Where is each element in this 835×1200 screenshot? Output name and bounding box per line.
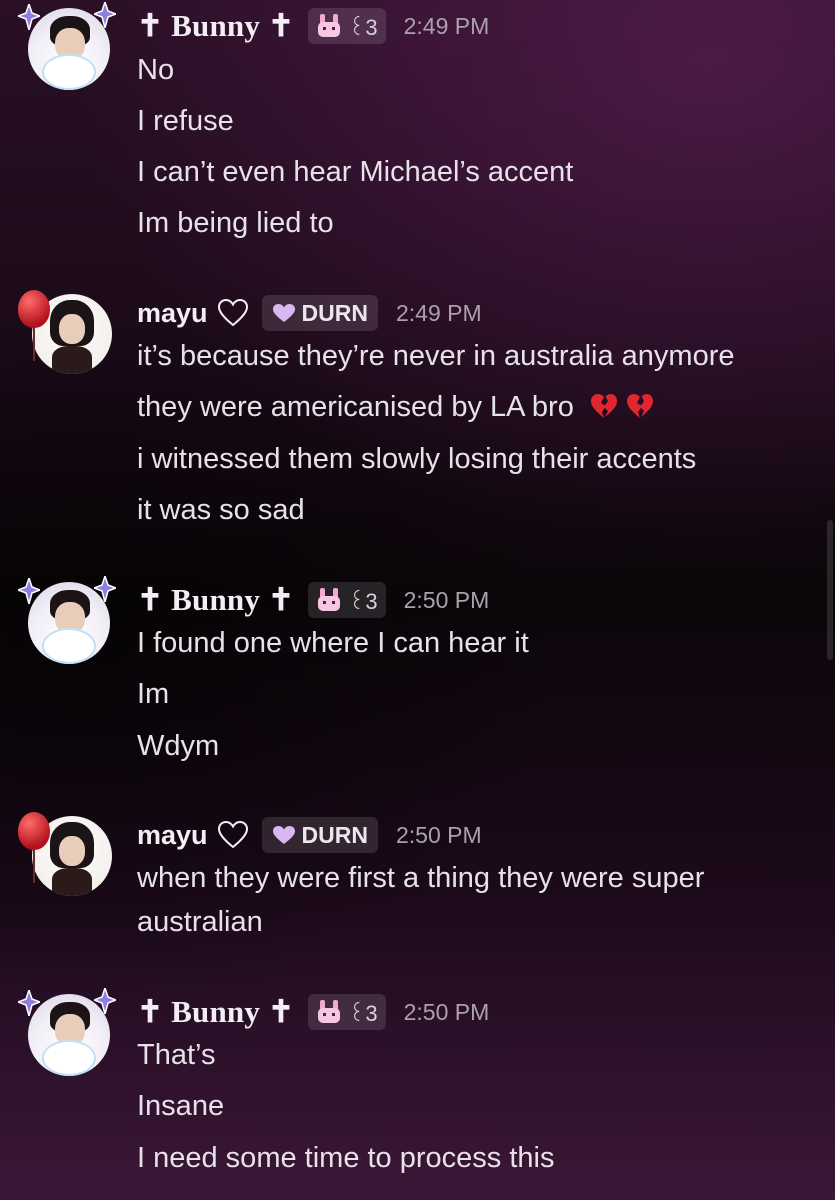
timestamp: 2:50 PM — [396, 821, 482, 848]
tag-label: DURN — [301, 299, 368, 326]
tag-label: ꒰3 — [348, 1000, 378, 1026]
avatar[interactable] — [18, 2, 116, 94]
message-text[interactable]: Wdym — [137, 730, 219, 763]
sparkle-icon — [94, 2, 116, 28]
broken-heart-icon — [590, 394, 617, 418]
avatar[interactable] — [18, 576, 116, 668]
heart-icon — [272, 304, 295, 322]
bunny-icon — [318, 588, 341, 611]
message-text[interactable]: I need some time to process this — [137, 1142, 554, 1175]
message-header: ✝ Bunny ✝ ꒰3 2:49 PM — [137, 6, 489, 46]
author-name[interactable]: mayu — [137, 820, 208, 851]
balloon-string — [33, 327, 35, 361]
sparkle-icon — [18, 990, 40, 1016]
avatar[interactable] — [18, 290, 112, 382]
timestamp: 2:49 PM — [396, 299, 482, 326]
author-name[interactable]: ✝ Bunny ✝ — [137, 8, 294, 44]
sparkle-icon — [18, 4, 40, 30]
server-tag[interactable]: ꒰3 — [308, 582, 386, 618]
heart-icon — [272, 826, 295, 844]
server-tag[interactable]: ꒰3 — [308, 994, 386, 1030]
author-name[interactable]: ✝ Bunny ✝ — [137, 582, 294, 618]
server-tag[interactable]: DURN — [261, 295, 378, 331]
bunny-icon — [318, 1000, 341, 1023]
balloon-icon — [18, 812, 50, 850]
timestamp: 2:50 PM — [403, 586, 490, 613]
message-text[interactable]: Im being lied to — [137, 207, 334, 240]
sparkle-icon — [94, 576, 116, 602]
avatar[interactable] — [18, 988, 116, 1080]
author-name[interactable]: ✝ Bunny ✝ — [137, 994, 294, 1030]
message-text[interactable]: when they were first a thing they were s… — [137, 862, 704, 895]
heart-outline-icon — [217, 821, 248, 849]
sparkle-icon — [18, 578, 40, 604]
message-header: mayu DURN 2:49 PM — [137, 293, 482, 333]
bunny-icon — [318, 14, 341, 37]
scrollbar[interactable] — [827, 520, 833, 660]
message-text[interactable]: australian — [137, 906, 263, 939]
timestamp: 2:49 PM — [403, 12, 490, 39]
message-text[interactable]: I found one where I can hear it — [137, 627, 529, 660]
message-text[interactable]: it’s because they’re never in australia … — [137, 340, 735, 373]
message-text[interactable]: I refuse — [137, 105, 234, 138]
message-header: ✝ Bunny ✝ ꒰3 2:50 PM — [137, 580, 489, 620]
balloon-icon — [18, 290, 50, 328]
message-text[interactable]: Im — [137, 678, 169, 711]
heart-outline-icon — [217, 299, 248, 327]
message-text-content: they were americanised by LA bro — [137, 391, 574, 423]
sparkle-icon — [94, 988, 116, 1014]
tag-label: ꒰3 — [348, 14, 378, 40]
balloon-string — [33, 849, 35, 883]
message-header: mayu DURN 2:50 PM — [137, 815, 482, 855]
server-tag[interactable]: DURN — [261, 817, 378, 853]
tag-label: ꒰3 — [348, 588, 378, 614]
avatar[interactable] — [18, 812, 112, 904]
tag-label: DURN — [301, 821, 368, 848]
message-text[interactable]: That’s — [137, 1039, 215, 1072]
message-text[interactable]: i witnessed them slowly losing their acc… — [137, 443, 696, 476]
broken-heart-icon — [626, 394, 653, 418]
server-tag[interactable]: ꒰3 — [308, 8, 386, 44]
timestamp: 2:50 PM — [403, 998, 490, 1025]
author-name[interactable]: mayu — [137, 298, 208, 329]
message-header: ✝ Bunny ✝ ꒰3 2:50 PM — [137, 992, 489, 1032]
message-text[interactable]: Insane — [137, 1090, 224, 1123]
message-text[interactable]: No — [137, 54, 174, 87]
message-text[interactable]: they were americanised by LA bro — [137, 391, 654, 424]
message-text[interactable]: I can’t even hear Michael’s accent — [137, 156, 573, 189]
message-text[interactable]: it was so sad — [137, 494, 305, 527]
